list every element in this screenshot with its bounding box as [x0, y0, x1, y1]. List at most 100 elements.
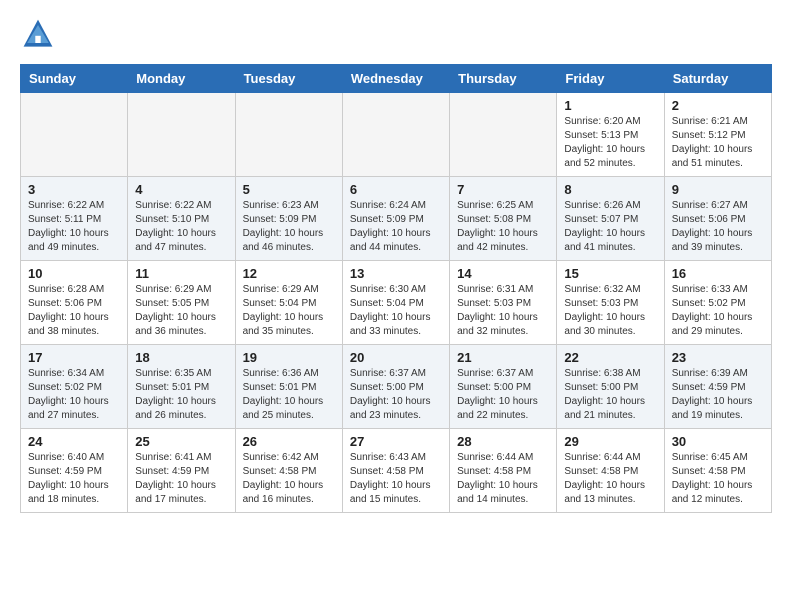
day-info: Sunrise: 6:32 AM Sunset: 5:03 PM Dayligh… [564, 283, 656, 339]
day-number: 13 [350, 266, 442, 281]
calendar-cell: 7Sunrise: 6:25 AM Sunset: 5:08 PM Daylig… [450, 177, 557, 261]
weekday-header-monday: Monday [128, 65, 235, 93]
calendar-cell [128, 93, 235, 177]
calendar-cell: 1 Sunrise: 6:20 AM Sunset: 5:13 PM Daylig… [557, 93, 664, 177]
day-number: 30 [672, 434, 764, 449]
calendar-cell: 11 Sunrise: 6:29 AM Sunset: 5:05 PM Dayli… [128, 261, 235, 345]
day-info: Sunrise: 6:42 AM Sunset: 4:58 PM Dayligh… [243, 451, 335, 507]
day-info: Sunrise: 6:23 AM Sunset: 5:09 PM Dayligh… [243, 199, 335, 255]
day-number: 24 [28, 434, 120, 449]
day-info: Sunrise: 6:22 AM Sunset: 5:11 PM Dayligh… [28, 199, 120, 255]
day-info: Sunrise: 6:40 AM Sunset: 4:59 PM Dayligh… [28, 451, 120, 507]
week-row-5: 24 Sunrise: 6:40 AM Sunset: 4:59 PM Dayli… [21, 429, 772, 513]
weekday-header-friday: Friday [557, 65, 664, 93]
day-number: 22 [564, 350, 656, 365]
calendar-cell: 19 Sunrise: 6:36 AM Sunset: 5:01 PM Dayli… [235, 345, 342, 429]
day-info: Sunrise: 6:22 AM Sunset: 5:10 PM Dayligh… [135, 199, 227, 255]
weekday-header-saturday: Saturday [664, 65, 771, 93]
calendar-cell: 20 Sunrise: 6:37 AM Sunset: 5:00 PM Dayli… [342, 345, 449, 429]
day-info: Sunrise: 6:41 AM Sunset: 4:59 PM Dayligh… [135, 451, 227, 507]
calendar-cell: 30Sunrise: 6:45 AM Sunset: 4:58 PM Dayli… [664, 429, 771, 513]
calendar-cell: 16Sunrise: 6:33 AM Sunset: 5:02 PM Dayli… [664, 261, 771, 345]
calendar-cell [235, 93, 342, 177]
day-info: Sunrise: 6:44 AM Sunset: 4:58 PM Dayligh… [564, 451, 656, 507]
day-number: 21 [457, 350, 549, 365]
week-row-3: 10 Sunrise: 6:28 AM Sunset: 5:06 PM Dayli… [21, 261, 772, 345]
day-number: 14 [457, 266, 549, 281]
day-number: 28 [457, 434, 549, 449]
calendar-cell: 29 Sunrise: 6:44 AM Sunset: 4:58 PM Dayli… [557, 429, 664, 513]
calendar-cell: 25 Sunrise: 6:41 AM Sunset: 4:59 PM Dayli… [128, 429, 235, 513]
day-info: Sunrise: 6:29 AM Sunset: 5:04 PM Dayligh… [243, 283, 335, 339]
calendar-cell: 14 Sunrise: 6:31 AM Sunset: 5:03 PM Dayli… [450, 261, 557, 345]
day-number: 26 [243, 434, 335, 449]
day-number: 12 [243, 266, 335, 281]
day-number: 29 [564, 434, 656, 449]
week-row-1: 1 Sunrise: 6:20 AM Sunset: 5:13 PM Daylig… [21, 93, 772, 177]
day-number: 27 [350, 434, 442, 449]
day-number: 18 [135, 350, 227, 365]
day-info: Sunrise: 6:36 AM Sunset: 5:01 PM Dayligh… [243, 367, 335, 423]
calendar-cell: 24 Sunrise: 6:40 AM Sunset: 4:59 PM Dayli… [21, 429, 128, 513]
day-info: Sunrise: 6:21 AM Sunset: 5:12 PM Dayligh… [672, 115, 764, 171]
day-info: Sunrise: 6:28 AM Sunset: 5:06 PM Dayligh… [28, 283, 120, 339]
day-info: Sunrise: 6:35 AM Sunset: 5:01 PM Dayligh… [135, 367, 227, 423]
day-info: Sunrise: 6:26 AM Sunset: 5:07 PM Dayligh… [564, 199, 656, 255]
calendar-cell: 2 Sunrise: 6:21 AM Sunset: 5:12 PM Daylig… [664, 93, 771, 177]
calendar-cell: 17Sunrise: 6:34 AM Sunset: 5:02 PM Dayli… [21, 345, 128, 429]
calendar-cell: 28 Sunrise: 6:44 AM Sunset: 4:58 PM Dayli… [450, 429, 557, 513]
calendar-cell: 9Sunrise: 6:27 AM Sunset: 5:06 PM Daylig… [664, 177, 771, 261]
calendar-cell [21, 93, 128, 177]
day-number: 10 [28, 266, 120, 281]
calendar-cell [450, 93, 557, 177]
calendar-cell: 8 Sunrise: 6:26 AM Sunset: 5:07 PM Daylig… [557, 177, 664, 261]
calendar-cell [342, 93, 449, 177]
day-number: 4 [135, 182, 227, 197]
day-info: Sunrise: 6:31 AM Sunset: 5:03 PM Dayligh… [457, 283, 549, 339]
calendar-cell: 23 Sunrise: 6:39 AM Sunset: 4:59 PM Dayli… [664, 345, 771, 429]
day-number: 8 [564, 182, 656, 197]
day-info: Sunrise: 6:25 AM Sunset: 5:08 PM Dayligh… [457, 199, 549, 255]
day-info: Sunrise: 6:24 AM Sunset: 5:09 PM Dayligh… [350, 199, 442, 255]
day-number: 16 [672, 266, 764, 281]
day-info: Sunrise: 6:27 AM Sunset: 5:06 PM Dayligh… [672, 199, 764, 255]
day-info: Sunrise: 6:37 AM Sunset: 5:00 PM Dayligh… [350, 367, 442, 423]
weekday-header-sunday: Sunday [21, 65, 128, 93]
calendar-cell: 6 Sunrise: 6:24 AM Sunset: 5:09 PM Daylig… [342, 177, 449, 261]
calendar-cell: 15 Sunrise: 6:32 AM Sunset: 5:03 PM Dayli… [557, 261, 664, 345]
weekday-header-thursday: Thursday [450, 65, 557, 93]
day-number: 11 [135, 266, 227, 281]
week-row-2: 3Sunrise: 6:22 AM Sunset: 5:11 PM Daylig… [21, 177, 772, 261]
weekday-header-wednesday: Wednesday [342, 65, 449, 93]
day-number: 19 [243, 350, 335, 365]
day-number: 25 [135, 434, 227, 449]
day-info: Sunrise: 6:44 AM Sunset: 4:58 PM Dayligh… [457, 451, 549, 507]
calendar-cell: 5 Sunrise: 6:23 AM Sunset: 5:09 PM Daylig… [235, 177, 342, 261]
day-number: 15 [564, 266, 656, 281]
logo [20, 16, 60, 52]
day-number: 2 [672, 98, 764, 113]
header [20, 16, 772, 52]
calendar-cell: 4 Sunrise: 6:22 AM Sunset: 5:10 PM Daylig… [128, 177, 235, 261]
day-info: Sunrise: 6:37 AM Sunset: 5:00 PM Dayligh… [457, 367, 549, 423]
calendar-cell: 27 Sunrise: 6:43 AM Sunset: 4:58 PM Dayli… [342, 429, 449, 513]
calendar-cell: 10 Sunrise: 6:28 AM Sunset: 5:06 PM Dayli… [21, 261, 128, 345]
day-number: 20 [350, 350, 442, 365]
page: SundayMondayTuesdayWednesdayThursdayFrid… [0, 0, 792, 529]
day-info: Sunrise: 6:43 AM Sunset: 4:58 PM Dayligh… [350, 451, 442, 507]
calendar-cell: 21 Sunrise: 6:37 AM Sunset: 5:00 PM Dayli… [450, 345, 557, 429]
day-number: 6 [350, 182, 442, 197]
day-info: Sunrise: 6:39 AM Sunset: 4:59 PM Dayligh… [672, 367, 764, 423]
day-number: 23 [672, 350, 764, 365]
day-info: Sunrise: 6:34 AM Sunset: 5:02 PM Dayligh… [28, 367, 120, 423]
weekday-header-row: SundayMondayTuesdayWednesdayThursdayFrid… [21, 65, 772, 93]
day-info: Sunrise: 6:30 AM Sunset: 5:04 PM Dayligh… [350, 283, 442, 339]
calendar: SundayMondayTuesdayWednesdayThursdayFrid… [20, 64, 772, 513]
calendar-cell: 26 Sunrise: 6:42 AM Sunset: 4:58 PM Dayli… [235, 429, 342, 513]
calendar-cell: 3Sunrise: 6:22 AM Sunset: 5:11 PM Daylig… [21, 177, 128, 261]
day-number: 5 [243, 182, 335, 197]
day-info: Sunrise: 6:20 AM Sunset: 5:13 PM Dayligh… [564, 115, 656, 171]
day-info: Sunrise: 6:29 AM Sunset: 5:05 PM Dayligh… [135, 283, 227, 339]
calendar-cell: 13 Sunrise: 6:30 AM Sunset: 5:04 PM Dayli… [342, 261, 449, 345]
day-number: 1 [564, 98, 656, 113]
